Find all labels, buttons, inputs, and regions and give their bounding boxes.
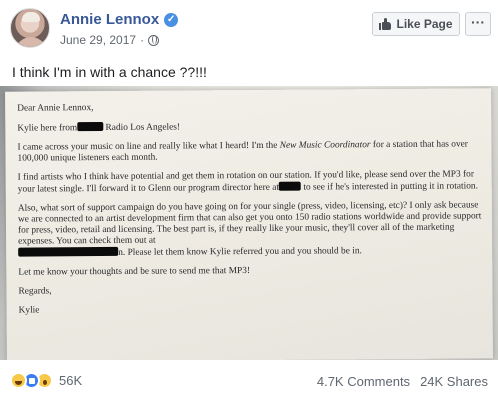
post-photo[interactable]: Dear Annie Lennox, Kylie here from Radio… — [0, 86, 498, 360]
verified-check-icon: ✓ — [164, 12, 179, 27]
letter-greeting: Dear Annie Lennox, — [17, 103, 94, 114]
letter-closing: Regards, — [18, 286, 52, 297]
redaction-bar — [18, 246, 119, 257]
facebook-post: Annie Lennox ✓ June 29, 2017 · Like Page… — [0, 0, 498, 401]
like-page-button[interactable]: Like Page — [372, 12, 460, 36]
post-footer: 56K 4.7K Comments 24K Shares — [0, 364, 498, 400]
post-stats: 4.7K Comments 24K Shares — [317, 374, 488, 389]
letter-intro: Kylie here from Radio Los Angeles! — [17, 122, 181, 134]
post-meta: June 29, 2017 · — [60, 33, 160, 47]
post-date-link[interactable]: June 29, 2017 — [60, 33, 136, 47]
thumbs-up-icon — [379, 18, 392, 30]
letter-text: Dear Annie Lennox, Kylie here from Radio… — [17, 100, 485, 324]
meta-separator: · — [140, 33, 145, 47]
reaction-count: 56K — [59, 373, 83, 388]
shares-count-link[interactable]: 24K Shares — [420, 374, 488, 389]
more-options-button[interactable]: ··· — [465, 12, 491, 36]
reactions-summary[interactable]: 56K — [10, 372, 82, 389]
page-avatar[interactable] — [10, 8, 50, 48]
redaction-bar — [278, 181, 302, 191]
avatar-shoulders — [15, 37, 47, 47]
page-name-row: Annie Lennox ✓ — [60, 11, 179, 28]
letter-paper: Dear Annie Lennox, Kylie here from Radio… — [5, 88, 493, 360]
letter-paragraph-4: Let me know your thoughts and be sure to… — [18, 265, 251, 278]
redaction-bar — [77, 122, 104, 132]
letter-paragraph-3: Also, what sort of support campaign do y… — [17, 200, 482, 258]
letter-paragraph-1: I came across your music on line and rea… — [17, 139, 468, 164]
globe-icon[interactable] — [148, 34, 160, 46]
avatar-hair — [22, 12, 40, 22]
page-name-link[interactable]: Annie Lennox — [60, 11, 159, 28]
post-text: I think I'm in with a chance ??!!! — [12, 64, 207, 80]
letter-signature: Kylie — [18, 305, 40, 316]
comments-count-link[interactable]: 4.7K Comments — [317, 374, 410, 389]
like-page-label: Like Page — [396, 17, 453, 31]
haha-reaction-icon — [10, 372, 27, 389]
letter-paragraph-2: I find artists who I think have potentia… — [17, 169, 478, 195]
